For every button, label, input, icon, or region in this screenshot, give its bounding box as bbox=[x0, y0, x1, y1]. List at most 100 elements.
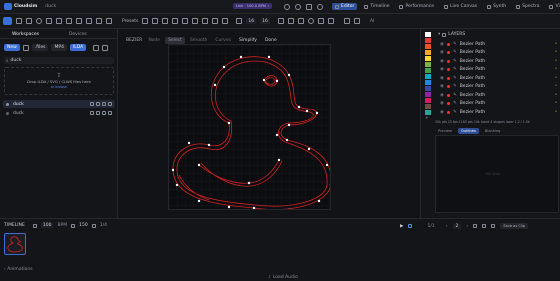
color-swatch[interactable] bbox=[425, 98, 431, 103]
wrench-icon[interactable] bbox=[353, 18, 360, 24]
export-icon[interactable] bbox=[277, 18, 284, 24]
frame-thumbnail[interactable] bbox=[4, 233, 26, 255]
visibility-icon[interactable]: ◉ bbox=[440, 101, 444, 106]
plus-icon[interactable] bbox=[71, 223, 76, 228]
mode-curves[interactable]: Curves bbox=[212, 37, 234, 44]
paragraph-icon[interactable] bbox=[142, 18, 149, 24]
visibility-icon[interactable]: ◉ bbox=[440, 59, 444, 64]
loop-icon[interactable] bbox=[91, 223, 96, 228]
new-button[interactable]: New bbox=[4, 44, 20, 51]
list-item[interactable]: duck bbox=[3, 109, 115, 117]
color-swatch[interactable] bbox=[425, 104, 431, 109]
lock-icon[interactable]: ⚬ bbox=[554, 76, 558, 81]
file-name[interactable]: duck bbox=[45, 4, 56, 9]
tab-blanking[interactable]: Blanking bbox=[482, 128, 504, 134]
curve-tool-icon[interactable] bbox=[106, 18, 112, 24]
visibility-icon[interactable]: ◉ bbox=[440, 67, 444, 72]
duplicate-frame-icon[interactable] bbox=[482, 224, 487, 228]
chat-icon[interactable] bbox=[306, 4, 312, 10]
tab-video[interactable]: Video bbox=[546, 3, 560, 10]
sort-icon[interactable] bbox=[102, 44, 109, 51]
animations-section[interactable]: › Animations bbox=[4, 267, 33, 272]
collapse-icon[interactable]: ▾ bbox=[438, 32, 440, 37]
rate-dropdown[interactable]: 1/4 bbox=[100, 223, 107, 228]
add-frame-icon[interactable] bbox=[473, 224, 478, 228]
tab-live-canvas[interactable]: Live Canvas bbox=[441, 3, 480, 10]
eye-off-icon[interactable] bbox=[222, 18, 229, 24]
document-icon[interactable] bbox=[162, 18, 169, 24]
lock-icon[interactable]: ⚬ bbox=[554, 67, 558, 72]
color-swatch[interactable] bbox=[425, 86, 431, 91]
tab-timeline[interactable]: Timeline bbox=[361, 3, 392, 10]
files-button[interactable]: .files bbox=[31, 44, 49, 51]
tab-devices[interactable]: Devices bbox=[69, 32, 87, 37]
text-tool-icon[interactable] bbox=[66, 18, 72, 24]
visibility-icon[interactable]: ◉ bbox=[440, 42, 444, 47]
layer-row[interactable]: ◉ ✎ Bezier Path ⚬ bbox=[438, 57, 558, 66]
stroke-input[interactable]: 16 bbox=[246, 18, 257, 24]
layer-row[interactable]: ◉ ✎ Bezier Path ⚬ bbox=[438, 49, 558, 58]
brush-size-icon[interactable] bbox=[236, 18, 243, 24]
list-view-icon[interactable] bbox=[93, 44, 100, 51]
clock-icon[interactable] bbox=[295, 4, 301, 10]
mp4-button[interactable]: MP4 bbox=[51, 44, 67, 51]
length-value[interactable]: 150 bbox=[79, 223, 88, 228]
settings-icon[interactable] bbox=[317, 4, 323, 10]
play-icon[interactable]: ▶ bbox=[400, 224, 403, 229]
color-swatch[interactable] bbox=[425, 50, 431, 55]
bpm-input[interactable]: 100 bbox=[40, 223, 54, 228]
lock-icon[interactable]: ⚬ bbox=[554, 110, 558, 115]
add-color-icon[interactable]: + bbox=[425, 116, 434, 121]
copy-icon[interactable] bbox=[96, 111, 100, 115]
layer-row[interactable]: ◉ ✎ Bezier Path ⚬ bbox=[438, 40, 558, 49]
tab-preview[interactable]: Preview bbox=[435, 128, 455, 134]
record-icon[interactable] bbox=[284, 4, 290, 10]
download-icon[interactable] bbox=[102, 111, 106, 115]
crop-icon[interactable] bbox=[327, 18, 334, 24]
mode-node[interactable]: Node bbox=[145, 37, 163, 44]
color-swatch[interactable] bbox=[425, 56, 431, 61]
presets-dropdown[interactable]: Presets bbox=[122, 19, 138, 24]
browse-link[interactable]: or browse bbox=[5, 85, 113, 89]
visibility-icon[interactable]: ◉ bbox=[440, 93, 444, 98]
lock-icon[interactable]: ⚬ bbox=[554, 42, 558, 47]
magic-icon[interactable] bbox=[182, 18, 189, 24]
visibility-icon[interactable]: ◉ bbox=[440, 110, 444, 115]
heart-tool-icon[interactable] bbox=[96, 18, 102, 24]
layer-row[interactable]: ◉ ✎ Bezier Path ⚬ bbox=[438, 83, 558, 92]
search-input[interactable]: duck bbox=[11, 58, 22, 63]
drop-zone[interactable]: ⇪ Drop ILDA / SVG / CLWS files here or b… bbox=[4, 67, 114, 95]
folder-icon[interactable] bbox=[22, 44, 29, 51]
edit-icon[interactable] bbox=[90, 102, 94, 106]
grid-icon[interactable] bbox=[192, 18, 199, 24]
list-item[interactable]: duck bbox=[3, 100, 115, 108]
layer-row[interactable]: ◉ ✎ Bezier Path ⚬ bbox=[438, 91, 558, 100]
layer-row[interactable]: ◉ ✎ Bezier Path ⚬ bbox=[438, 74, 558, 83]
save-clip-button[interactable]: Save as Clip bbox=[500, 223, 529, 229]
download-icon[interactable] bbox=[102, 102, 106, 106]
minus-icon[interactable] bbox=[32, 223, 37, 228]
link-bpm-badge[interactable]: Link · 100.0 BPM ⌁ bbox=[233, 3, 273, 9]
color-swatch[interactable] bbox=[425, 44, 431, 49]
fill-icon[interactable] bbox=[287, 18, 294, 24]
prev-page-icon[interactable]: ‹ bbox=[446, 224, 448, 229]
circle-tool-icon[interactable] bbox=[36, 18, 42, 24]
mode-select[interactable]: Select bbox=[165, 37, 185, 44]
grid-toggle-icon[interactable] bbox=[317, 18, 324, 24]
color-swatch[interactable] bbox=[425, 68, 431, 73]
color-swatch[interactable] bbox=[425, 92, 431, 97]
color-swatch[interactable] bbox=[425, 62, 431, 67]
load-audio-button[interactable]: ♪ Load Audio bbox=[268, 275, 298, 280]
ai-button[interactable]: AI bbox=[370, 19, 374, 24]
tab-synth[interactable]: Synth bbox=[484, 3, 509, 10]
mic-icon[interactable] bbox=[152, 18, 159, 24]
laser-canvas[interactable] bbox=[168, 44, 331, 210]
layers-icon[interactable] bbox=[212, 18, 219, 24]
trash-icon[interactable] bbox=[108, 111, 112, 115]
copy-icon[interactable] bbox=[96, 102, 100, 106]
lock-icon[interactable]: ⚬ bbox=[554, 93, 558, 98]
page-input[interactable]: 2 bbox=[452, 223, 462, 229]
tab-performance[interactable]: Performance bbox=[396, 3, 437, 10]
lock-icon[interactable]: ⚬ bbox=[554, 84, 558, 89]
pen-tool-icon[interactable] bbox=[16, 18, 22, 24]
